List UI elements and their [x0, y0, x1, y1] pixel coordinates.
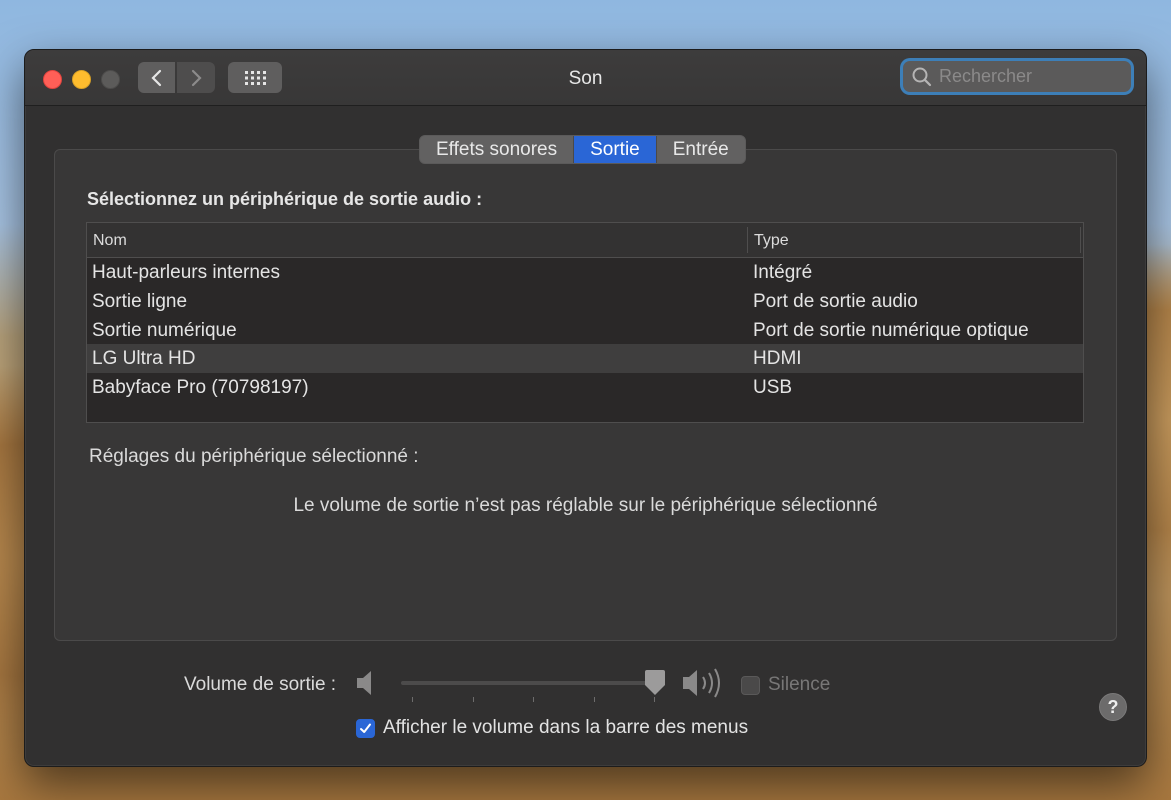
device-name: Babyface Pro (70798197) [92, 377, 309, 398]
speaker-low-icon [357, 671, 371, 695]
tab-bar: Effets sonores Sortie Entrée [419, 135, 746, 164]
slider-tick [473, 697, 474, 702]
mute-label: Silence [768, 674, 831, 695]
output-device-heading: Sélectionnez un périphérique de sortie a… [87, 189, 483, 209]
show-volume-in-menubar-checkbox[interactable]: Afficher le volume dans la barre des men… [356, 717, 748, 739]
table-row[interactable]: Babyface Pro (70798197) USB [87, 373, 1083, 402]
column-header-name[interactable]: Nom [93, 232, 127, 250]
device-settings-label: Réglages du périphérique sélectionné : [89, 446, 419, 467]
device-name: Sortie ligne [92, 291, 188, 312]
tab-input[interactable]: Entrée [657, 136, 745, 163]
device-type: Port de sortie audio [753, 291, 918, 312]
slider-tick [594, 697, 595, 702]
column-divider [747, 227, 748, 253]
mute-checkbox[interactable]: Silence [741, 674, 830, 696]
device-name: LG Ultra HD [92, 348, 196, 369]
search-field[interactable] [903, 61, 1131, 92]
column-divider [1080, 227, 1081, 253]
table-header: Nom Type [87, 223, 1083, 258]
output-volume-slider[interactable] [401, 681, 654, 685]
search-icon [912, 67, 932, 86]
tab-output[interactable]: Sortie [574, 136, 657, 163]
help-button[interactable]: ? [1099, 693, 1127, 721]
column-header-type[interactable]: Type [754, 232, 789, 250]
device-type: HDMI [753, 348, 802, 369]
device-type: Port de sortie numérique optique [753, 320, 1029, 341]
slider-tick [412, 697, 413, 702]
table-row[interactable]: Haut-parleurs internes Intégré [87, 258, 1083, 287]
table-row[interactable]: Sortie ligne Port de sortie audio [87, 287, 1083, 316]
slider-tick [533, 697, 534, 702]
device-name: Haut-parleurs internes [92, 262, 280, 283]
checkmark-icon [360, 723, 371, 733]
speaker-high-icon [683, 668, 720, 698]
volume-not-adjustable-message: Le volume de sortie n’est pas réglable s… [293, 495, 878, 516]
checkbox-box[interactable] [356, 718, 375, 738]
checkbox-box[interactable] [741, 675, 760, 695]
output-volume-label: Volume de sortie : [184, 674, 337, 695]
device-type: Intégré [753, 262, 813, 283]
slider-tick [654, 697, 655, 702]
tab-sound-effects[interactable]: Effets sonores [420, 136, 575, 163]
device-type: USB [753, 377, 793, 398]
output-device-table[interactable]: Nom Type Haut-parleurs internes Intégré … [86, 222, 1084, 423]
titlebar: Son [25, 50, 1146, 106]
device-name: Sortie numérique [92, 320, 237, 341]
volume-slider-thumb[interactable] [644, 670, 666, 696]
table-row[interactable]: Sortie numérique Port de sortie numériqu… [87, 316, 1083, 345]
search-input[interactable] [937, 65, 1131, 88]
table-row-selected[interactable]: LG Ultra HD HDMI [87, 344, 1083, 373]
sound-preferences-window: Son ? Effets sonores Sortie Entrée Sélec… [24, 49, 1147, 767]
show-volume-in-menubar-label: Afficher le volume dans la barre des men… [383, 717, 749, 738]
